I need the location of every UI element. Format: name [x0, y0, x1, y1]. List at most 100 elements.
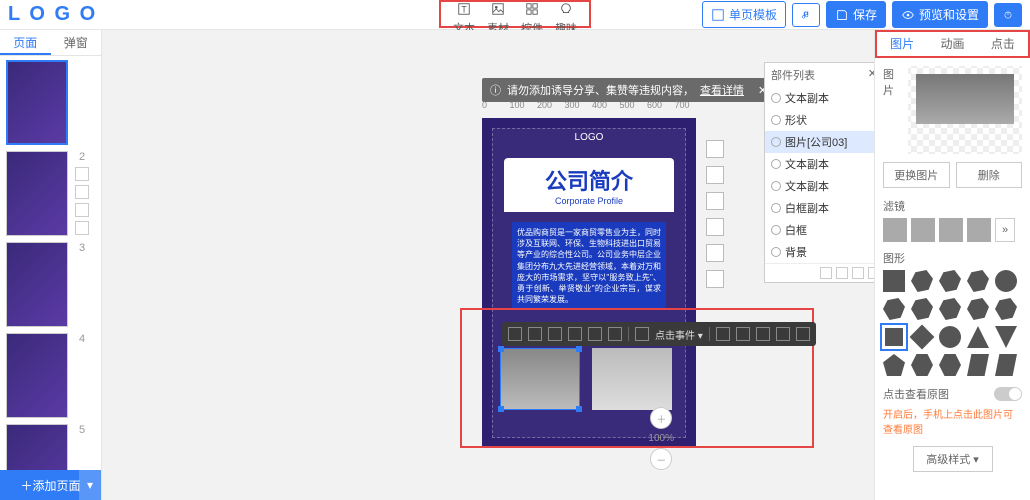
close-icon[interactable]: ✕	[868, 67, 874, 83]
eye-icon[interactable]	[771, 93, 781, 103]
sidetool[interactable]	[706, 218, 724, 236]
part-action[interactable]	[836, 267, 848, 279]
eye-icon[interactable]	[771, 203, 781, 213]
page-action[interactable]	[75, 167, 89, 181]
preview-button[interactable]: 预览和设置	[892, 1, 988, 28]
canvas-image[interactable]	[592, 348, 672, 410]
zoom-in-button[interactable]: ＋	[650, 407, 672, 429]
imgtool[interactable]	[568, 327, 582, 341]
part-row[interactable]: 文本副本	[765, 175, 874, 197]
part-action[interactable]	[820, 267, 832, 279]
click-event-button[interactable]: 点击事件 ▾	[655, 327, 703, 342]
shape-circle[interactable]	[995, 270, 1017, 292]
part-row[interactable]: 文本副本	[765, 153, 874, 175]
filter-option[interactable]	[967, 218, 991, 242]
eye-icon[interactable]	[771, 225, 781, 235]
part-row[interactable]: 白框副本	[765, 197, 874, 219]
page-action[interactable]	[75, 203, 89, 217]
shape-blob[interactable]	[911, 270, 933, 292]
imgtool[interactable]	[756, 327, 770, 341]
shape-selected[interactable]	[883, 326, 905, 348]
shape-diamond[interactable]	[910, 325, 935, 350]
shape-pentagon[interactable]	[883, 354, 905, 376]
tab-popup[interactable]: 弹窗	[51, 30, 102, 55]
shape-blob[interactable]	[939, 270, 961, 292]
shape-hexagon[interactable]	[911, 354, 933, 376]
page-action[interactable]	[75, 185, 89, 199]
imgtool[interactable]	[776, 327, 790, 341]
page-thumb[interactable]	[6, 424, 68, 470]
imgtool[interactable]	[528, 327, 542, 341]
page-thumb[interactable]	[6, 242, 68, 327]
eye-icon[interactable]	[771, 181, 781, 191]
canvas-subtitle[interactable]: Corporate Profile	[504, 196, 674, 212]
template-button[interactable]: 单页模板	[702, 1, 786, 28]
part-row[interactable]: 白框	[765, 219, 874, 241]
part-row[interactable]: 文本副本	[765, 87, 874, 109]
shape-parallelogram[interactable]	[967, 354, 989, 376]
sidetool[interactable]	[706, 192, 724, 210]
eye-icon[interactable]	[771, 159, 781, 169]
add-page-button[interactable]: ＋添加页面▾	[0, 470, 101, 500]
canvas-title[interactable]: 公司简介	[504, 158, 674, 198]
delete-image-button[interactable]: 删除	[956, 162, 1023, 188]
eye-icon[interactable]	[771, 115, 781, 125]
eye-icon[interactable]	[771, 247, 781, 257]
page-thumb[interactable]	[6, 333, 68, 418]
filter-option[interactable]	[939, 218, 963, 242]
warning-link[interactable]: 查看详情	[700, 82, 744, 98]
eye-icon[interactable]	[771, 137, 781, 147]
sidetool[interactable]	[706, 270, 724, 288]
page-thumb[interactable]	[6, 151, 68, 236]
part-action[interactable]	[868, 267, 874, 279]
save-button[interactable]: 保存	[826, 1, 886, 28]
imgtool[interactable]	[548, 327, 562, 341]
shape-square[interactable]	[883, 270, 905, 292]
orig-switch[interactable]	[994, 387, 1022, 401]
part-row[interactable]: 背景	[765, 241, 874, 263]
zoom-out-button[interactable]: －	[650, 448, 672, 470]
sidetool[interactable]	[706, 140, 724, 158]
tab-page[interactable]: 页面	[0, 30, 51, 55]
shape-blob[interactable]	[967, 270, 989, 292]
imgtool[interactable]	[608, 327, 622, 341]
shape-splat[interactable]	[939, 298, 961, 320]
imgtool[interactable]	[588, 327, 602, 341]
rtab-anim[interactable]: 动画	[927, 32, 977, 56]
image-preview[interactable]	[908, 66, 1022, 154]
filter-option[interactable]	[911, 218, 935, 242]
imgtool[interactable]	[716, 327, 730, 341]
shape-circle[interactable]	[939, 326, 961, 348]
add-page-dropdown[interactable]: ▾	[79, 470, 101, 500]
rtab-click[interactable]: 点击	[978, 32, 1028, 56]
imgtool[interactable]	[508, 327, 522, 341]
shape-splat[interactable]	[883, 298, 905, 320]
selected-image[interactable]	[500, 348, 580, 410]
canvas-side-tools	[706, 140, 724, 288]
shape-parallelogram[interactable]	[995, 354, 1017, 376]
shape-triangle-down[interactable]	[995, 326, 1017, 348]
filter-more[interactable]: »	[995, 218, 1015, 242]
shape-triangle[interactable]	[967, 326, 989, 348]
part-row[interactable]: 形状	[765, 109, 874, 131]
sidetool[interactable]	[706, 166, 724, 184]
shape-hexagon[interactable]	[939, 354, 961, 376]
replace-image-button[interactable]: 更换图片	[883, 162, 950, 188]
power-button[interactable]	[994, 3, 1022, 27]
imgtool[interactable]	[796, 327, 810, 341]
imgtool[interactable]	[635, 327, 649, 341]
part-row[interactable]: 图片[公司03]	[765, 131, 874, 153]
part-action[interactable]	[852, 267, 864, 279]
canvas-paragraph[interactable]: 优品购商贸是一家商贸零售业为主，同时涉及互联网、环保、生物科技进出口贸易等产业的…	[512, 222, 666, 310]
advanced-style-button[interactable]: 高级样式 ▾	[913, 446, 993, 472]
imgtool[interactable]	[736, 327, 750, 341]
rtab-image[interactable]: 图片	[877, 32, 927, 56]
shape-splat[interactable]	[911, 298, 933, 320]
sidetool[interactable]	[706, 244, 724, 262]
music-button[interactable]	[792, 3, 820, 27]
shape-splat[interactable]	[967, 298, 989, 320]
page-thumb[interactable]	[6, 60, 68, 145]
page-action[interactable]	[75, 221, 89, 235]
shape-splat[interactable]	[995, 298, 1017, 320]
filter-option[interactable]	[883, 218, 907, 242]
